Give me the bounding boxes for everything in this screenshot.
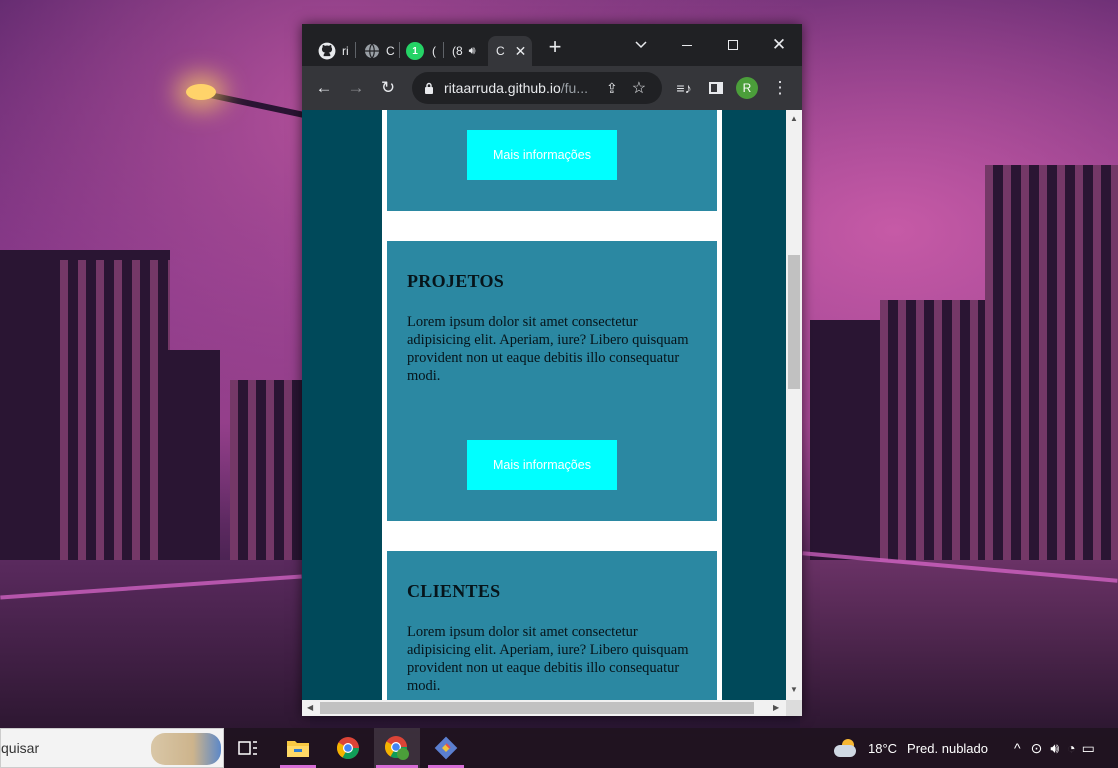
speaker-icon: 🔊︎ <box>468 44 476 57</box>
url-text: ritaarruda.github.io/fu... <box>444 80 588 96</box>
taskbar-search[interactable]: quisar <box>0 728 224 768</box>
wifi-icon[interactable]: ◔ <box>1067 740 1075 756</box>
meeting-icon[interactable]: ⊙ <box>1031 740 1043 757</box>
file-explorer-button[interactable] <box>278 728 318 768</box>
chrome-icon <box>337 737 359 759</box>
lock-icon <box>425 82 433 94</box>
card-text: Lorem ipsum dolor sit amet consectetur a… <box>407 314 689 384</box>
close-icon: ✕ <box>771 35 787 54</box>
card-heading: PROJETOS <box>407 271 505 291</box>
weather-temperature: 18°C <box>868 740 898 756</box>
share-icon[interactable]: ⇪ <box>606 80 618 97</box>
bookmark-star-icon[interactable]: ☆ <box>632 78 646 98</box>
address-bar[interactable]: ritaarruda.github.io/fu... ⇪ ☆ <box>412 72 662 104</box>
github-icon <box>318 42 336 60</box>
right-sidebar <box>722 110 786 700</box>
street-light <box>186 84 216 100</box>
more-vert-icon: ⋮ <box>771 78 789 97</box>
git-button[interactable] <box>426 728 466 768</box>
tab-search-button[interactable] <box>618 30 664 60</box>
minimize-icon <box>682 44 692 46</box>
web-page: Mais informações PROJETOS Lorem ipsum do… <box>302 110 786 700</box>
taskbar: quisar 18°C Pred. nublado ^ ⊙ 🔊︎ ◔ ▭ <box>0 728 1118 768</box>
new-tab-button[interactable]: + <box>538 32 572 62</box>
close-window-button[interactable]: ✕ <box>756 30 802 60</box>
projetos-card: PROJETOS Lorem ipsum dolor sit amet cons… <box>387 241 717 521</box>
forward-button[interactable]: → <box>342 74 370 102</box>
arrow-left-icon: ← <box>315 78 333 97</box>
whatsapp-icon: 1 <box>406 42 424 60</box>
task-view-button[interactable] <box>228 728 268 768</box>
chrome-profile-button[interactable] <box>374 728 420 768</box>
scrollbar-corner <box>786 700 802 716</box>
left-sidebar <box>302 110 382 700</box>
card-heading: CLIENTES <box>407 581 501 601</box>
tab-title: C <box>386 44 395 58</box>
reload-button[interactable]: ↻ <box>374 74 402 102</box>
search-highlight-image <box>151 733 221 765</box>
file-explorer-icon <box>287 741 309 757</box>
tab-title: ri <box>342 44 349 58</box>
minimize-button[interactable] <box>664 30 710 60</box>
chrome-button[interactable] <box>328 728 368 768</box>
tab-title: (8 <box>452 44 463 58</box>
volume-icon[interactable]: 🔊︎ <box>1050 740 1059 757</box>
weather-widget[interactable]: 18°C Pred. nublado <box>834 728 988 768</box>
git-icon <box>434 736 458 760</box>
weather-description: Pred. nublado <box>907 740 988 756</box>
arrow-right-icon: → <box>347 78 365 97</box>
tab-title: C <box>496 44 505 58</box>
media-control-button[interactable]: ≡♪ <box>670 74 698 102</box>
tab-globe[interactable]: C <box>358 36 400 66</box>
scroll-up-icon[interactable]: ▲ <box>790 114 798 123</box>
service-card: Mais informações <box>387 110 717 211</box>
maximize-button[interactable] <box>710 30 756 60</box>
task-view-icon <box>238 741 257 755</box>
close-tab-icon[interactable]: ✕ <box>515 43 527 60</box>
scroll-left-icon[interactable]: ◀ <box>307 703 313 712</box>
more-info-button[interactable]: Mais informações <box>467 440 617 490</box>
tab-audio[interactable]: (8 🔊︎ <box>446 36 486 66</box>
tab-github[interactable]: ri <box>310 36 356 66</box>
chevron-down-icon <box>635 41 647 49</box>
search-placeholder: quisar <box>1 740 40 756</box>
card-text: Lorem ipsum dolor sit amet consectetur a… <box>407 624 689 694</box>
page-viewport: Mais informações PROJETOS Lorem ipsum do… <box>302 110 802 716</box>
system-tray: ^ ⊙ 🔊︎ ◔ ▭ <box>1014 728 1095 768</box>
browser-toolbar: ← → ↻ ritaarruda.github.io/fu... ⇪ ☆ ≡♪ … <box>302 66 802 110</box>
side-panel-icon <box>709 82 723 94</box>
scroll-thumb[interactable] <box>788 255 800 389</box>
tab-active[interactable]: C ✕ <box>488 36 532 66</box>
maximize-icon <box>728 40 738 50</box>
tab-title: ( <box>432 44 436 58</box>
playlist-icon: ≡♪ <box>676 80 692 96</box>
browser-window: ri C 1 ( (8 🔊︎ C ✕ + ✕ ← → ↻ ritaarruda.… <box>302 24 802 716</box>
globe-icon <box>365 43 379 59</box>
chrome-profile-icon <box>385 736 409 760</box>
back-button[interactable]: ← <box>310 74 338 102</box>
notification-icon[interactable]: ▭ <box>1082 740 1095 757</box>
profile-avatar[interactable]: R <box>736 77 758 99</box>
scroll-down-icon[interactable]: ▼ <box>790 685 798 694</box>
browser-menu-button[interactable]: ⋮ <box>766 74 794 102</box>
horizontal-scrollbar[interactable]: ◀ ▶ <box>302 700 786 716</box>
more-info-button[interactable]: Mais informações <box>467 130 617 180</box>
partly-cloudy-icon <box>834 739 858 757</box>
scroll-right-icon[interactable]: ▶ <box>773 703 779 712</box>
tab-strip: ri C 1 ( (8 🔊︎ C ✕ + ✕ <box>302 24 802 66</box>
reload-icon: ↻ <box>380 78 396 97</box>
chevron-up-icon[interactable]: ^ <box>1014 740 1021 756</box>
side-panel-button[interactable] <box>702 74 730 102</box>
scroll-thumb[interactable] <box>320 702 754 714</box>
tab-whatsapp[interactable]: 1 ( <box>402 36 444 66</box>
vertical-scrollbar[interactable]: ▲ ▼ <box>786 110 802 700</box>
clientes-card: CLIENTES Lorem ipsum dolor sit amet cons… <box>387 551 717 700</box>
